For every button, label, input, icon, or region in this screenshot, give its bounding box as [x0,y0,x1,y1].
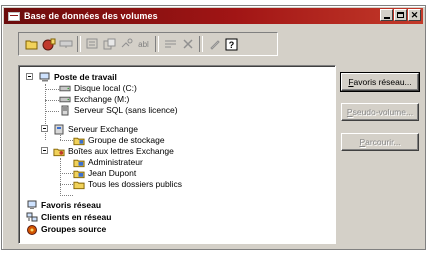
list-icon[interactable] [163,36,178,52]
tree-connector [60,195,73,196]
tree-node-label: Tous les dossiers publics [88,178,183,189]
tree-node-label: Serveur SQL (sans licence) [74,104,178,115]
source-groups-icon [26,224,38,235]
properties-icon[interactable] [85,36,100,52]
tree-node-label: Jean Dupont [88,167,137,178]
window-icon [8,11,20,21]
tree-node-tous-les-dossiers-publics[interactable]: Tous les dossiers publics [73,178,182,190]
pseudo-volume-button[interactable]: Pseudo-volume... [341,103,419,121]
tree-connector [60,184,73,185]
filter-icon[interactable] [207,36,222,52]
tree-connector [45,111,59,112]
network-favorites-icon [26,200,38,210]
collapse-toggle[interactable] [26,73,33,80]
maximize-icon [397,12,404,18]
toolbar: abl ? [18,32,278,56]
favoris-reseau-button[interactable]: Favoris réseau... [340,72,420,92]
storage-group-icon [73,135,85,145]
collapse-toggle[interactable] [41,147,48,154]
button-label: seudo-volume... [352,107,414,117]
mailbox-icon [73,157,85,167]
tree-node-label: Clients en réseau [41,211,112,222]
network-clients-icon [26,212,38,222]
connect-icon[interactable] [119,36,134,52]
tree-node-label: Favoris réseau [41,199,102,210]
open-folder-icon[interactable] [24,36,39,52]
maximize-button[interactable] [394,9,407,21]
close-icon: ✕ [410,10,419,20]
tree-node-label: Serveur Exchange [68,123,138,134]
tree-node-groupes-source[interactable]: Groupes source [26,223,106,235]
button-label: avoris réseau... [353,77,412,87]
exchange-server-icon [53,124,65,134]
parcourir-button[interactable]: Parcourir... [341,133,419,151]
drive-icon [59,83,71,93]
tree-node-label: Exchange (M:) [74,93,130,104]
volume-tree[interactable]: Poste de travail Disque local (C:) Excha… [18,65,336,244]
help-icon[interactable]: ? [224,36,239,52]
tree-node-label: Poste de travail [54,71,117,82]
window-title: Base de données des volumes [24,11,158,21]
tree-node-clients-en-reseau[interactable]: Clients en réseau [26,211,111,223]
volumes-window: Base de données des volumes ✕ abl ? Post… [1,5,426,250]
mailbox-icon [73,168,85,178]
window-controls: ✕ [380,9,421,21]
computer-icon [39,72,51,82]
tree-node-label: Groupes source [41,223,107,234]
toolbar-separator [155,36,159,52]
close-button[interactable]: ✕ [408,9,421,21]
tree-connector [60,173,73,174]
collapse-toggle[interactable] [41,125,48,132]
tree-node-label: Boîtes aux lettres Exchange [68,145,174,156]
title-bar[interactable]: Base de données des volumes ✕ [4,8,423,24]
toolbar-separator [77,36,81,52]
tree-node-label: Groupe de stockage [88,134,165,145]
tree-node-label: Disque local (C:) [74,82,137,93]
tree-connector [45,89,59,90]
add-volume-icon[interactable] [41,36,56,52]
server-properties-icon[interactable] [102,36,117,52]
mailboxes-icon [53,146,65,156]
toolbar-separator [199,36,203,52]
sql-server-icon [59,105,71,115]
button-label: arcourir... [365,137,401,147]
tree-connector [60,140,73,141]
svg-text:?: ? [229,40,235,50]
tree-node-label: Administrateur [88,156,143,167]
tree-node-favoris-reseau[interactable]: Favoris réseau [26,199,101,211]
delete-icon[interactable] [180,36,195,52]
minimize-icon [383,16,390,19]
minimize-button[interactable] [380,9,393,21]
tree-node-serveur-sql[interactable]: Serveur SQL (sans licence) [59,104,178,116]
public-folders-icon [73,179,85,189]
network-drive-icon[interactable] [58,36,73,52]
tree-connector [60,158,61,196]
tree-connector [45,100,59,101]
drive-icon [59,94,71,104]
rename-icon[interactable]: abl [136,36,151,52]
